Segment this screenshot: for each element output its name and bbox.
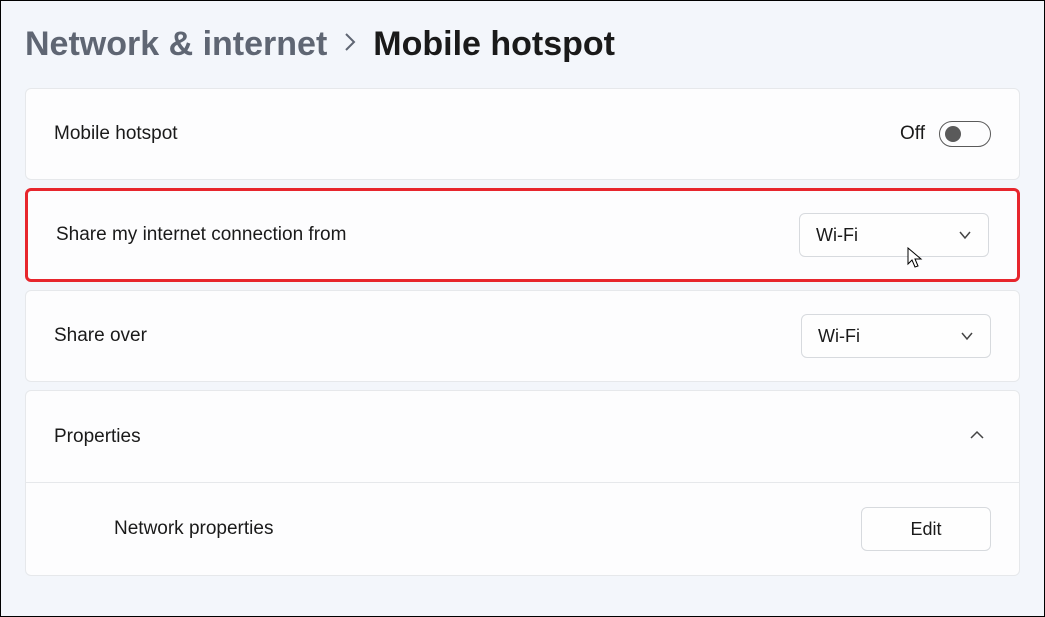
share-from-row: Share my internet connection from Wi-Fi [25,188,1020,282]
chevron-down-icon [960,329,974,344]
properties-header[interactable]: Properties [26,391,1019,483]
share-over-row: Share over Wi-Fi [25,290,1020,382]
share-over-label: Share over [54,325,147,347]
chevron-down-icon [958,228,972,243]
breadcrumb: Network & internet Mobile hotspot [25,25,1020,64]
share-over-selected: Wi-Fi [818,326,860,347]
chevron-right-icon [343,31,357,59]
toggle-knob-icon [945,126,961,142]
share-from-selected: Wi-Fi [816,225,858,246]
properties-group: Properties Network properties Edit [25,390,1020,576]
properties-title: Properties [54,426,141,448]
share-over-dropdown[interactable]: Wi-Fi [801,314,991,358]
share-from-dropdown[interactable]: Wi-Fi [799,213,989,257]
hotspot-label: Mobile hotspot [54,123,178,145]
edit-button[interactable]: Edit [861,507,991,551]
chevron-up-icon [969,428,991,446]
network-properties-row: Network properties Edit [26,483,1019,575]
network-properties-label: Network properties [54,518,273,540]
share-from-label: Share my internet connection from [56,224,346,246]
hotspot-toggle[interactable] [939,121,991,147]
hotspot-toggle-row: Mobile hotspot Off [25,88,1020,180]
breadcrumb-current: Mobile hotspot [373,25,615,64]
breadcrumb-parent[interactable]: Network & internet [25,25,327,64]
toggle-state-text: Off [900,123,925,145]
